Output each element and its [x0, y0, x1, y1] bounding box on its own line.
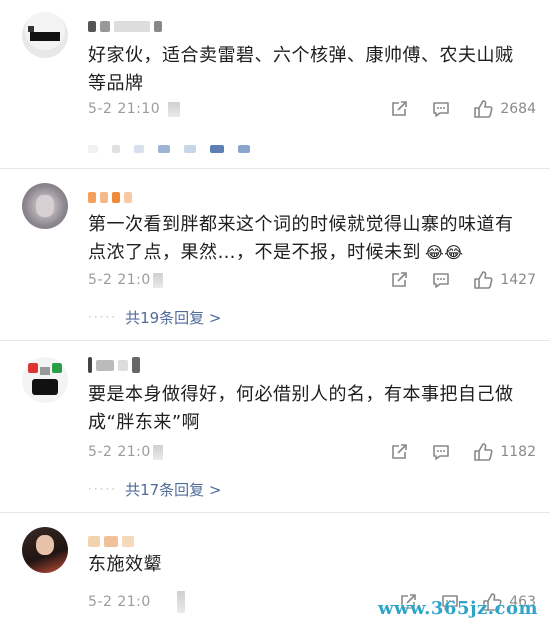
- location-blurred: [152, 272, 163, 288]
- comment-item: 好家伙，适合卖雷碧、六个核弹、康帅傅、农夫山贼 等品牌 5-2 21:10 26…: [0, 0, 550, 165]
- location-blurred: [168, 101, 181, 117]
- comment-text: 第一次看到胖都来这个词的时候就觉得山寨的味道有 点浓了点，果然…，不是不报，时候…: [88, 214, 514, 263]
- like-count: 1182: [500, 444, 536, 460]
- avatar[interactable]: [22, 357, 68, 403]
- timestamp: 5-2 21:0: [88, 444, 151, 460]
- avatar[interactable]: [22, 183, 68, 229]
- thumbs-up-icon[interactable]: [472, 441, 494, 463]
- laughing-emoji-icon: 😂😂: [425, 243, 464, 262]
- comment-text: 好家伙，适合卖雷碧、六个核弹、康帅傅、农夫山贼 等品牌: [88, 45, 514, 94]
- thumbs-up-icon[interactable]: [472, 269, 494, 291]
- username-blurred[interactable]: [88, 535, 134, 547]
- comment-icon[interactable]: [430, 98, 452, 120]
- avatar[interactable]: [22, 12, 68, 58]
- comment-meta: 5-2 21:0 1427: [88, 269, 536, 291]
- view-replies-link[interactable]: 共17条回复 >: [125, 479, 221, 500]
- comment-item: 要是本身做得好，何必借别人的名，有本事把自己做 成“胖东来”啊 5-2 21:0…: [0, 341, 550, 511]
- username-blurred[interactable]: [88, 191, 132, 203]
- watermark: www.365jz.com: [377, 598, 538, 619]
- like-count: 1427: [500, 272, 536, 288]
- location-blurred: [176, 591, 185, 613]
- comment-meta: 5-2 21:0 1182: [88, 441, 536, 463]
- reply-dots: ·····: [88, 482, 118, 496]
- reply-dots: ·····: [88, 310, 118, 324]
- username-blurred[interactable]: [88, 20, 162, 32]
- like-count: 2684: [500, 101, 536, 117]
- view-replies-link[interactable]: 共19条回复 >: [125, 307, 221, 328]
- comment-item: 第一次看到胖都来这个词的时候就觉得山寨的味道有 点浓了点，果然…，不是不报，时候…: [0, 169, 550, 339]
- location-blurred: [152, 444, 163, 460]
- view-replies[interactable]: ····· 共17条回复 >: [88, 479, 222, 499]
- comment-meta: 5-2 21:10 2684: [88, 98, 536, 120]
- timestamp: 5-2 21:10: [88, 101, 161, 117]
- username-blurred[interactable]: [88, 357, 140, 373]
- comment-text: 要是本身做得好，何必借别人的名，有本事把自己做 成“胖东来”啊: [88, 384, 514, 433]
- timestamp: 5-2 21:0: [88, 272, 151, 288]
- avatar[interactable]: [22, 527, 68, 573]
- timestamp: 5-2 21:0: [88, 594, 151, 610]
- share-icon[interactable]: [388, 269, 410, 291]
- comment-icon[interactable]: [430, 269, 452, 291]
- comment-text: 东施效颦: [88, 554, 162, 575]
- comment-icon[interactable]: [430, 441, 452, 463]
- share-icon[interactable]: [388, 98, 410, 120]
- thumbs-up-icon[interactable]: [472, 98, 494, 120]
- replies-blurred: [88, 145, 250, 153]
- share-icon[interactable]: [388, 441, 410, 463]
- view-replies[interactable]: ····· 共19条回复 >: [88, 307, 222, 327]
